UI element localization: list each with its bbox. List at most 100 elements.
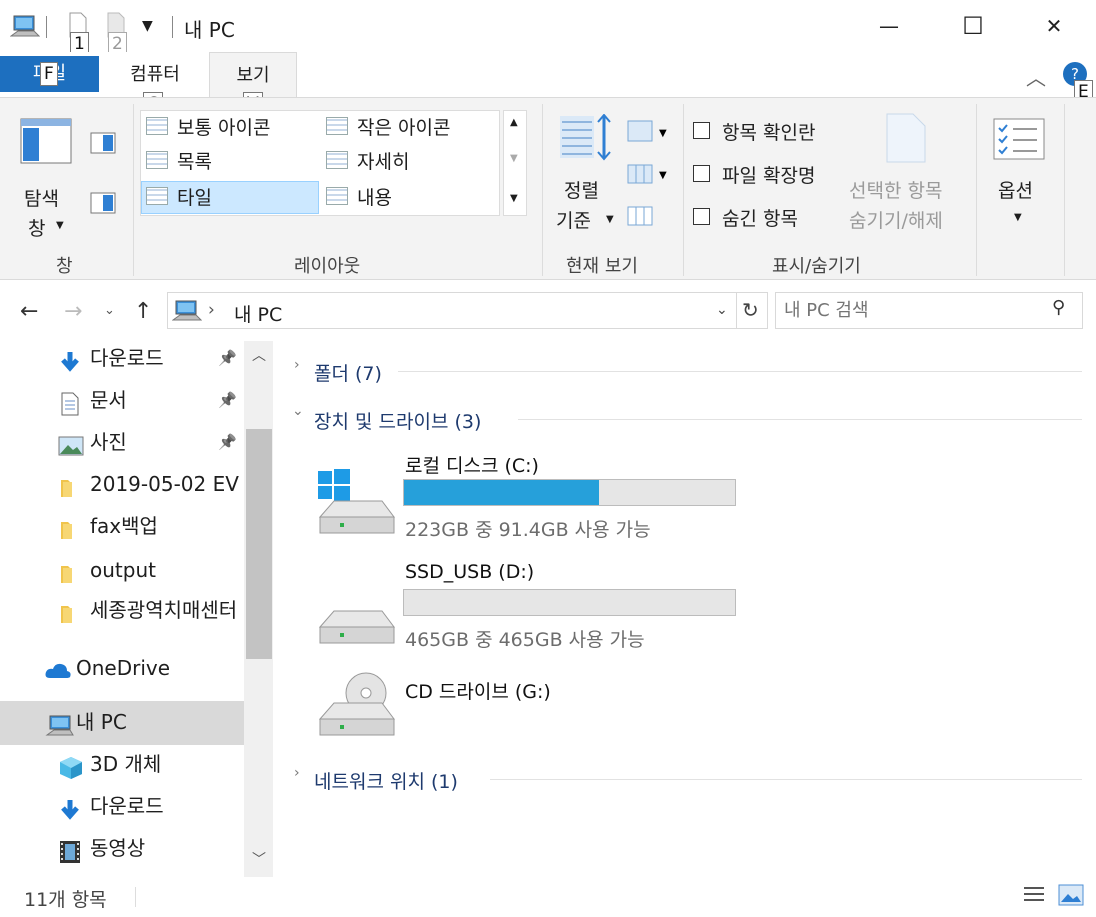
expand-chevron-icon[interactable]: › [294, 765, 300, 781]
sidebar-item[interactable]: output [0, 549, 244, 591]
sidebar-item[interactable]: 2019-05-02 EV 1 [0, 463, 244, 505]
group-label-layout: 레이아웃 [294, 256, 361, 277]
refresh-icon[interactable]: ↻ [742, 298, 759, 322]
pin-icon[interactable]: 📌 [218, 341, 237, 379]
collapse-ribbon-icon[interactable]: ︿ [1026, 62, 1046, 91]
checkbox[interactable] [693, 208, 710, 225]
expand-chevron-icon[interactable]: › [294, 357, 300, 373]
breadcrumb-this-pc[interactable]: 내 PC [234, 300, 282, 327]
layout-option[interactable]: 보통 아이콘 [144, 112, 314, 142]
layout-option-icon [146, 117, 168, 135]
folder-icon [58, 514, 82, 539]
navigation-bar: ← → ⌄ ↑ › 내 PC ⌄ ↻ ⚲ [0, 281, 1096, 341]
svg-text:▼: ▼ [659, 170, 667, 181]
minimize-button[interactable]: — [866, 0, 912, 52]
sidebar-item-label: 3D 개체 [90, 752, 162, 776]
computer-icon[interactable] [10, 14, 40, 40]
sidebar-item-label: 사진 [90, 430, 127, 454]
layout-option[interactable]: 작은 아이콘 [324, 112, 494, 142]
sidebar-item[interactable]: 3D 개체 [0, 743, 244, 785]
section-devices[interactable]: 장치 및 드라이브 (3) [314, 407, 481, 434]
drive-d-usage-bar [403, 589, 736, 616]
layout-option-label: 보통 아이콘 [177, 117, 271, 139]
folder-icon [58, 598, 82, 623]
show-hide-checkbox-row[interactable]: 숨긴 항목 [692, 204, 842, 232]
scroll-down-icon[interactable]: ﹀ [252, 849, 266, 869]
section-network[interactable]: 네트워크 위치 (1) [314, 767, 458, 794]
layout-option[interactable]: 목록 [144, 146, 314, 176]
options-button[interactable]: 옵션 ▼ [988, 172, 1052, 232]
content-area: › 폴더 (7) ⌄ 장치 및 드라이브 (3) 로컬 디스크 (C:) 223… [278, 341, 1096, 877]
separator [46, 16, 47, 38]
forward-icon[interactable]: → [64, 299, 82, 324]
layout-scroll[interactable]: ▲ ▼ ▼ [503, 110, 527, 216]
checkbox[interactable] [693, 122, 710, 139]
size-columns-icon[interactable] [627, 204, 655, 226]
options-icon [993, 118, 1045, 160]
sidebar-item[interactable]: 세종광역치매센터 [0, 589, 244, 631]
film-icon [58, 836, 82, 863]
scroll-up-icon[interactable]: ︿ [252, 345, 266, 365]
sidebar-item[interactable]: OneDrive [0, 647, 244, 689]
drive-g-tile[interactable]: CD 드라이브 (G:) [308, 672, 748, 747]
hide-selected-button[interactable]: 선택한 항목 숨기기/해제 [846, 172, 968, 238]
section-folders[interactable]: 폴더 (7) [314, 359, 382, 386]
preview-pane-icon[interactable] [90, 132, 116, 154]
search-icon[interactable]: ⚲ [1052, 297, 1065, 318]
layout-option-label: 작은 아이콘 [357, 117, 451, 139]
recent-locations-icon[interactable]: ⌄ [104, 303, 115, 318]
customize-quick-access-icon[interactable]: ▼ [142, 18, 153, 34]
sidebar-item-label: 문서 [90, 388, 127, 412]
show-hide-checkbox-row[interactable]: 파일 확장명 [692, 161, 842, 189]
show-hide-checkbox-row[interactable]: 항목 확인란 [692, 118, 842, 146]
windows-drive-icon [318, 469, 395, 534]
up-icon[interactable]: ↑ [134, 299, 152, 324]
details-view-icon[interactable] [1022, 884, 1046, 906]
drive-c-tile[interactable]: 로컬 디스크 (C:) 223GB 중 91.4GB 사용 가능 [308, 451, 748, 547]
sidebar-scroll-thumb[interactable] [246, 429, 272, 659]
pin-icon[interactable]: 📌 [218, 421, 237, 463]
layout-option-label: 목록 [177, 151, 212, 173]
drive-d-tile[interactable]: SSD_USB (D:) 465GB 중 465GB 사용 가능 [308, 561, 748, 657]
layout-option[interactable]: 내용 [324, 182, 494, 212]
pin-icon[interactable]: 📌 [218, 379, 237, 421]
close-button[interactable]: ✕ [1031, 0, 1077, 52]
group-by-icon[interactable]: ▼ [627, 120, 671, 142]
maximize-button[interactable]: ☐ [950, 0, 996, 52]
window-title: 내 PC [184, 18, 235, 42]
checkbox-label: 숨긴 항목 [722, 208, 798, 230]
add-columns-icon[interactable]: ▼ [627, 162, 671, 184]
sort-by-icon [560, 114, 611, 161]
address-bar[interactable]: › 내 PC ⌄ ↻ [167, 292, 768, 329]
breadcrumb-chevron-icon[interactable]: › [208, 300, 215, 320]
ribbon-tabs: 파일 컴퓨터 보기 F C V ︿ ? E [0, 52, 1096, 116]
large-icons-view-icon[interactable] [1058, 884, 1084, 906]
address-dropdown-icon[interactable]: ⌄ [716, 302, 728, 318]
sidebar-item[interactable]: 다운로드 [0, 785, 244, 827]
checkbox[interactable] [693, 165, 710, 182]
sidebar-item[interactable]: 사진 📌 [0, 421, 244, 463]
sidebar-item[interactable]: 문서 📌 [0, 379, 244, 421]
search-box[interactable]: ⚲ [775, 292, 1083, 329]
sidebar-item[interactable]: 내 PC [0, 701, 244, 745]
download-arrow-icon [58, 794, 82, 820]
sidebar-item[interactable]: 동영상 [0, 827, 244, 869]
sidebar-item[interactable]: fax백업 [0, 505, 244, 547]
back-icon[interactable]: ← [20, 299, 38, 324]
layout-option[interactable]: 자세히 [324, 146, 494, 176]
sidebar-item[interactable]: 다운로드 📌 [0, 341, 244, 379]
drive-c-name: 로컬 디스크 (C:) [405, 455, 539, 477]
group-label-show-hide: 표시/숨기기 [772, 256, 861, 277]
sidebar-item-label: 동영상 [90, 836, 146, 860]
sidebar-item-label: 내 PC [76, 710, 127, 734]
sidebar-item-label: OneDrive [76, 656, 171, 680]
drive-d-name: SSD_USB (D:) [405, 561, 535, 583]
collapse-chevron-icon[interactable]: ⌄ [292, 403, 304, 419]
sort-by-button[interactable]: 정렬 기준 ▼ [552, 170, 624, 240]
navigation-pane-icon [20, 118, 72, 164]
search-input[interactable] [784, 297, 1044, 324]
navigation-pane-button[interactable]: 탐색 창 ▼ [8, 108, 128, 248]
navigation-pane: 다운로드 📌 문서 📌 사진 📌 2019-05-02 EV 1 fax백업 output 세종광… [0, 341, 273, 877]
details-pane-icon[interactable] [90, 192, 116, 214]
layout-option[interactable]: 타일 [144, 182, 314, 212]
